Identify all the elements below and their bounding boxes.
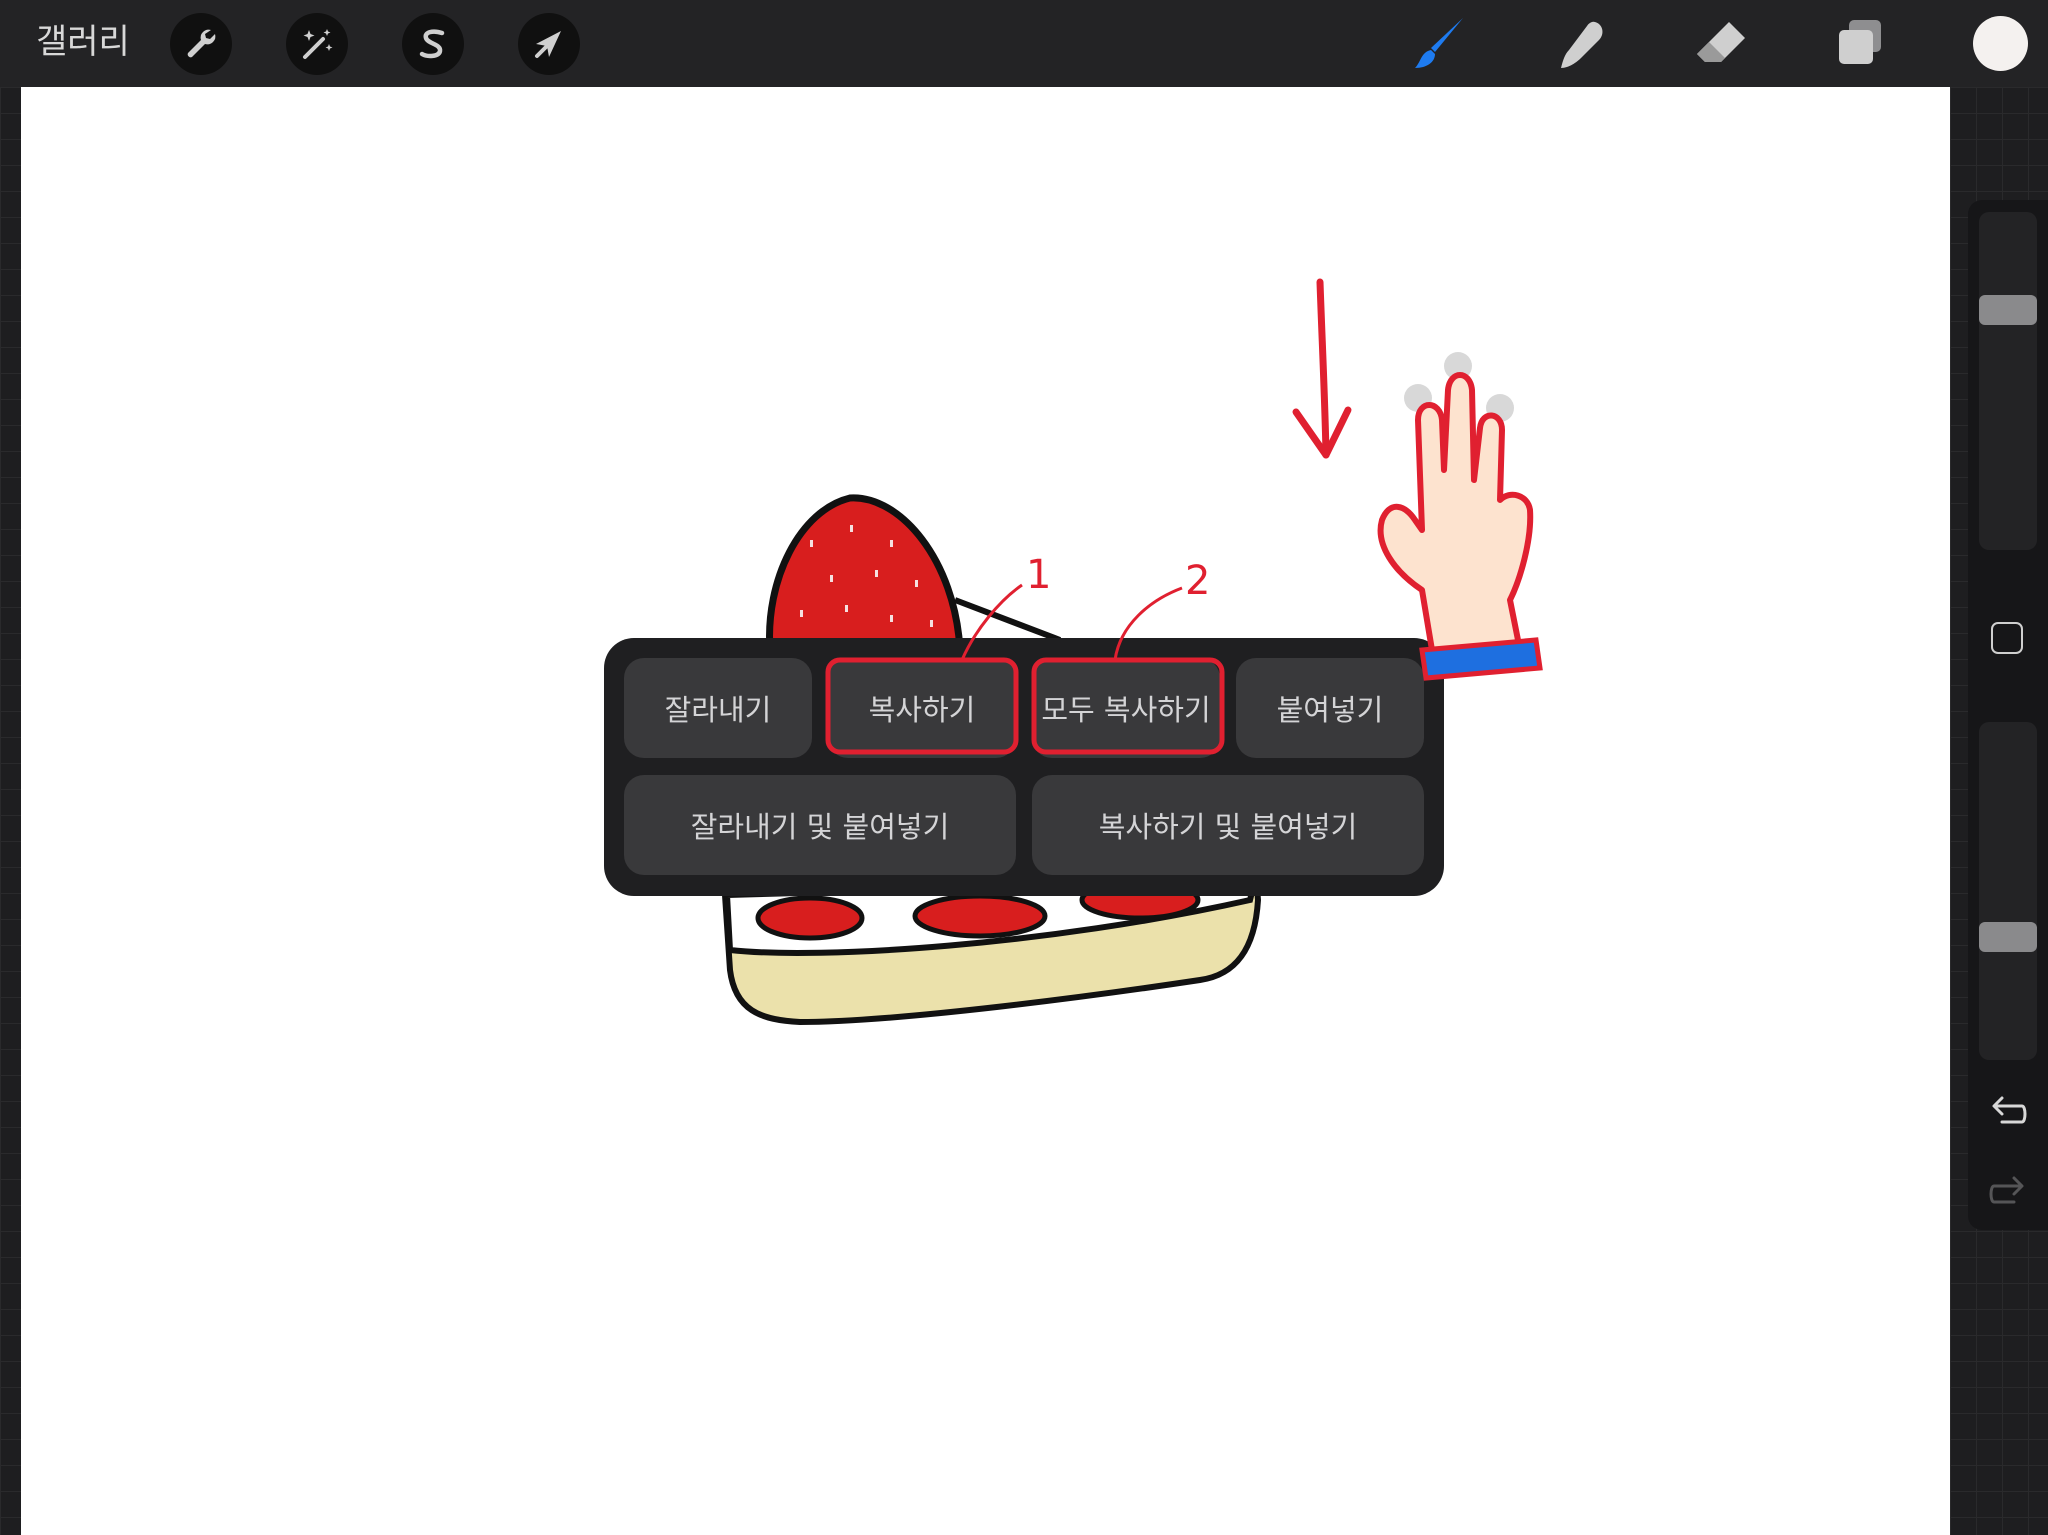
paint-tool-button[interactable] (1411, 14, 1471, 74)
selection-s-icon (419, 29, 445, 59)
transform-button[interactable] (518, 13, 580, 75)
cut-button[interactable]: 잘라내기 (624, 658, 812, 758)
redo-button[interactable] (1988, 1172, 2028, 1212)
adjustments-button[interactable] (286, 13, 348, 75)
brush-size-thumb[interactable] (1979, 295, 2037, 326)
arrow-cursor-icon (535, 31, 561, 58)
undo-icon (1992, 1096, 2027, 1124)
eraser-icon (1697, 22, 1745, 62)
gallery-button[interactable]: 갤러리 (36, 18, 130, 66)
smudge-icon (1561, 21, 1603, 69)
cut-and-paste-button[interactable]: 잘라내기 및 붙여넣기 (624, 775, 1016, 875)
top-toolbar: 갤러리 (0, 0, 2048, 87)
brush-size-slider[interactable] (1979, 212, 2037, 550)
copy-button[interactable]: 복사하기 (828, 658, 1016, 758)
opacity-slider[interactable] (1979, 722, 2037, 1060)
layers-icon (1839, 20, 1881, 64)
copy-all-button[interactable]: 모두 복사하기 (1032, 658, 1220, 758)
actions-button[interactable] (170, 13, 232, 75)
brush-icon (1415, 18, 1463, 68)
color-swatch[interactable] (1973, 16, 2028, 71)
modify-button[interactable] (1991, 622, 2023, 654)
workspace-grid-left (0, 87, 21, 1535)
layers-button[interactable] (1831, 14, 1891, 74)
eraser-tool-button[interactable] (1691, 14, 1751, 74)
copy-and-paste-button[interactable]: 복사하기 및 붙여넣기 (1032, 775, 1424, 875)
undo-button[interactable] (1988, 1092, 2028, 1132)
copy-paste-menu: 잘라내기 복사하기 모두 복사하기 붙여넣기 잘라내기 및 붙여넣기 복사하기 … (604, 638, 1444, 896)
redo-icon (1989, 1176, 2024, 1204)
paste-button[interactable]: 붙여넣기 (1236, 658, 1424, 758)
opacity-thumb[interactable] (1979, 922, 2037, 953)
magic-wand-icon (303, 29, 333, 59)
selection-button[interactable] (402, 13, 464, 75)
smudge-tool-button[interactable] (1551, 14, 1611, 74)
wrench-icon (187, 29, 216, 58)
